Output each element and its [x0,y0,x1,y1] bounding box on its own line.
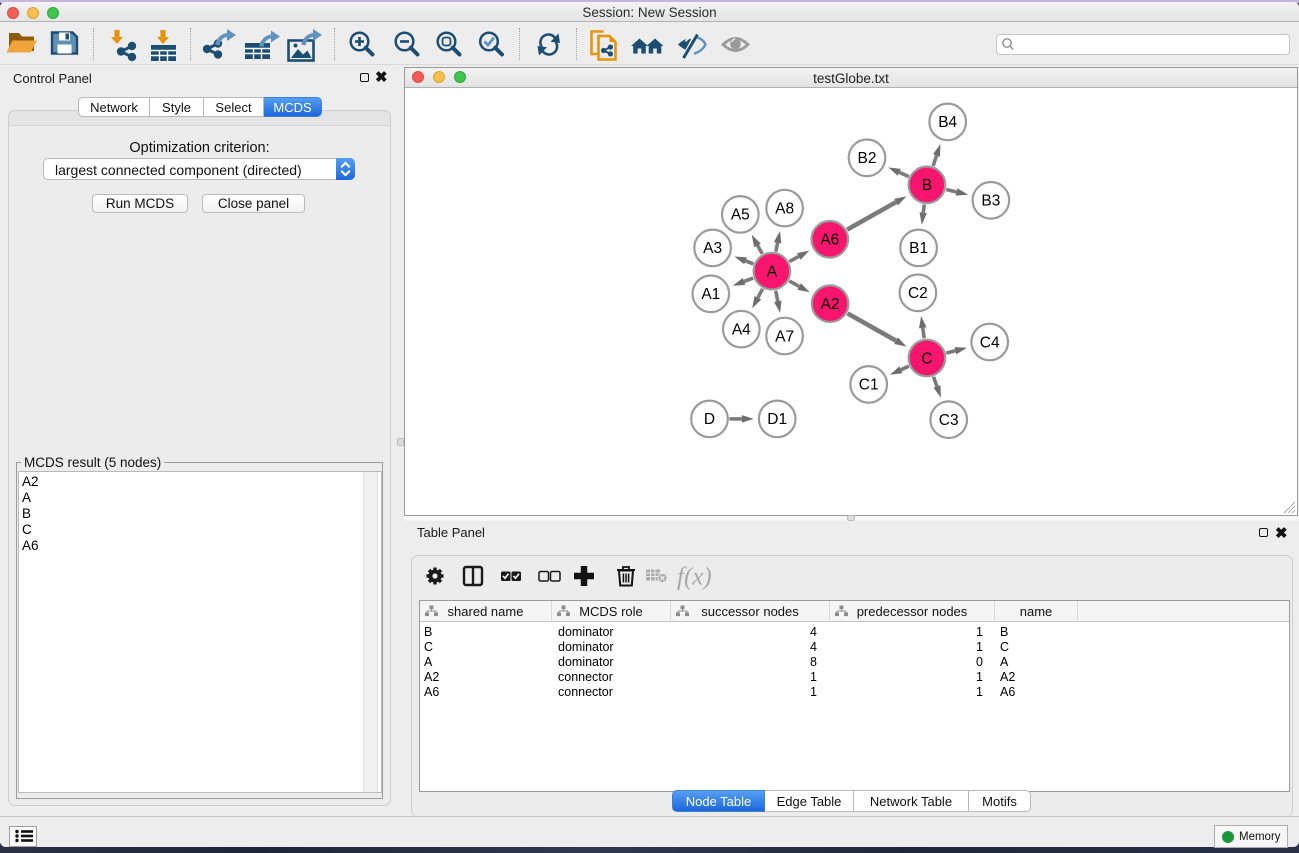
svg-text:A2: A2 [821,296,840,313]
svg-text:f(x): f(x) [677,564,712,591]
svg-text:B1: B1 [909,240,928,257]
svg-text:B4: B4 [938,114,957,131]
svg-text:B: B [922,177,932,194]
svg-text:C2: C2 [908,285,928,302]
svg-text:A5: A5 [731,207,750,224]
svg-text:C3: C3 [939,412,959,429]
svg-text:C: C [921,350,932,367]
svg-text:D1: D1 [767,411,787,428]
svg-text:D: D [704,411,715,428]
svg-text:B2: B2 [858,150,877,167]
svg-text:A7: A7 [775,328,794,345]
svg-text:C1: C1 [859,377,879,394]
svg-text:B3: B3 [981,193,1000,210]
svg-text:A4: A4 [732,321,751,338]
svg-text:C4: C4 [980,334,1000,351]
svg-text:A: A [767,264,778,281]
svg-text:A6: A6 [820,232,839,249]
svg-text:A3: A3 [703,240,722,257]
svg-text:A1: A1 [701,286,720,303]
svg-text:A8: A8 [775,200,794,217]
